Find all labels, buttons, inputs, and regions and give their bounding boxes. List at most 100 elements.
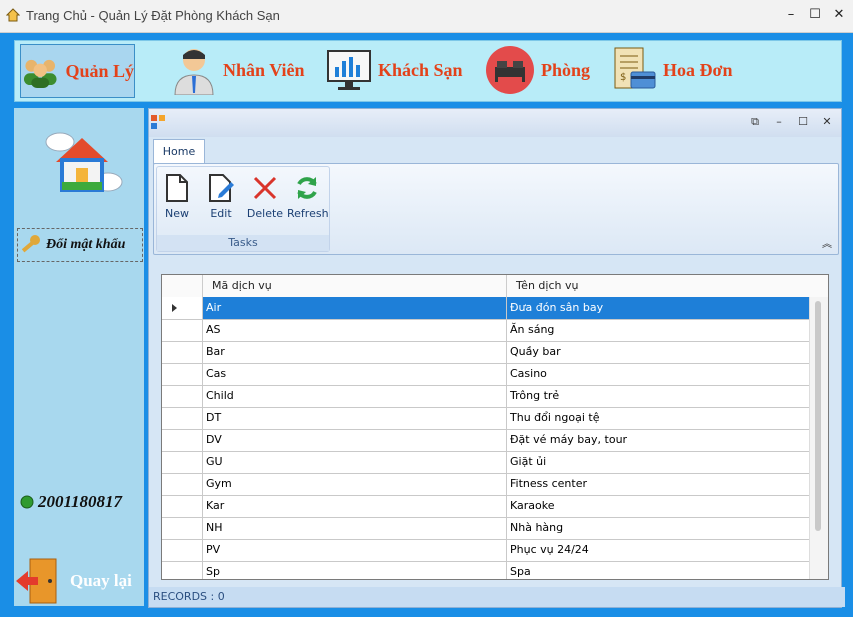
table-row[interactable]: AS Ăn sáng [162,319,811,342]
row-header[interactable] [162,539,203,561]
status-bar: RECORDS : 0 [149,587,845,607]
nav-label: Nhân Viên [223,59,305,80]
cell-ma-dich-vu[interactable]: Bar [202,341,507,363]
cell-ma-dich-vu[interactable]: AS [202,319,507,341]
new-button[interactable]: New [157,173,197,225]
services-grid: Mã dịch vụ Tên dịch vụ Air Đưa đón sân ba… [161,274,829,580]
change-password-button[interactable]: Đổi mật khẩu [17,228,143,262]
cell-ma-dich-vu[interactable]: Child [202,385,507,407]
table-row[interactable]: Kar Karaoke [162,495,811,518]
edit-label: Edit [210,207,232,220]
sidebar: Đổi mật khẩu 2001180817 Quay lại [14,108,144,606]
table-row[interactable]: PV Phục vụ 24/24 [162,539,811,562]
cell-ma-dich-vu[interactable]: PV [202,539,507,561]
cell-ten-dich-vu[interactable]: Fitness center [506,473,811,495]
row-header[interactable] [162,495,203,517]
table-row[interactable]: GU Giặt ủi [162,451,811,474]
refresh-button[interactable]: Refresh [287,173,329,225]
nav-label: Quản Lý [65,60,134,81]
refresh-icon [297,177,317,199]
nav-label: Khách Sạn [378,59,463,80]
row-header[interactable] [162,363,203,385]
cell-ten-dich-vu[interactable]: Quầy bar [506,341,811,363]
row-header[interactable] [162,561,203,579]
back-label: Quay lại [70,571,132,590]
table-row[interactable]: Gym Fitness center [162,473,811,496]
cell-ma-dich-vu[interactable]: GU [202,451,507,473]
table-row[interactable]: DV Đặt vé máy bay, tour [162,429,811,452]
cell-ten-dich-vu[interactable]: Karaoke [506,495,811,517]
edit-button[interactable]: Edit [201,173,241,225]
cell-ma-dich-vu[interactable]: DV [202,429,507,451]
row-header[interactable] [162,297,203,319]
ribbon: New Edit Delete Refresh Tasks ︽ [153,163,839,255]
row-header[interactable] [162,517,203,539]
status-dot-icon [20,495,34,509]
cell-ten-dich-vu[interactable]: Thu đổi ngoại tệ [506,407,811,429]
cell-ten-dich-vu[interactable]: Đưa đón sân bay [506,297,811,319]
child-window: ⧉ – ☐ ✕ Home New Edit Delete Refresh Tas… [148,108,845,608]
cell-ma-dich-vu[interactable]: Gym [202,473,507,495]
cell-ma-dich-vu[interactable]: DT [202,407,507,429]
nav-phong[interactable]: Phòng [485,44,605,96]
scrollbar-thumb[interactable] [815,301,821,531]
cell-ma-dich-vu[interactable]: Air [202,297,507,319]
cell-ma-dich-vu[interactable]: Cas [202,363,507,385]
table-row[interactable]: NH Nhà hàng [162,517,811,540]
row-header[interactable] [162,385,203,407]
cell-ma-dich-vu[interactable]: Sp [202,561,507,579]
nav-nhan-vien[interactable]: Nhân Viên [171,44,311,96]
close-button[interactable]: ✕ [828,6,850,24]
delete-x-icon [253,176,277,200]
row-header[interactable] [162,451,203,473]
cell-ma-dich-vu[interactable]: NH [202,517,507,539]
delete-button[interactable]: Delete [245,173,285,225]
row-pointer-icon [172,304,177,312]
row-header[interactable] [162,473,203,495]
nav-quan-ly[interactable]: Quản Lý [20,44,135,98]
cell-ten-dich-vu[interactable]: Spa [506,561,811,579]
row-header-corner [162,275,203,297]
cell-ten-dich-vu[interactable]: Ăn sáng [506,319,811,341]
top-navigation: Quản Lý Nhân Viên Khách Sạn Phòng $ Hoa … [14,40,842,102]
cell-ten-dich-vu[interactable]: Casino [506,363,811,385]
vertical-scrollbar[interactable] [809,297,828,579]
cell-ten-dich-vu[interactable]: Trông trẻ [506,385,811,407]
close-icon[interactable]: ✕ [819,115,835,129]
row-header[interactable] [162,407,203,429]
collapse-ribbon-icon[interactable]: ︽ [822,235,832,250]
table-row[interactable]: Cas Casino [162,363,811,386]
cell-ten-dich-vu[interactable]: Phục vụ 24/24 [506,539,811,561]
nav-label: Phòng [541,59,591,80]
cell-ten-dich-vu[interactable]: Giặt ủi [506,451,811,473]
column-header-ten-dich-vu[interactable]: Tên dịch vụ [506,275,810,297]
table-row[interactable]: DT Thu đổi ngoại tệ [162,407,811,430]
table-row[interactable]: Sp Spa [162,561,811,579]
delete-label: Delete [246,207,284,220]
cell-ten-dich-vu[interactable]: Nhà hàng [506,517,811,539]
form-icon [151,115,165,129]
restore-icon[interactable]: ⧉ [747,115,763,129]
row-header[interactable] [162,341,203,363]
edit-document-icon [209,174,234,202]
users-group-icon [23,59,57,89]
row-header[interactable] [162,429,203,451]
back-button[interactable]: Quay lại [14,556,144,606]
maximize-icon[interactable]: ☐ [795,115,811,129]
table-row[interactable]: Child Trông trẻ [162,385,811,408]
nav-khach-san[interactable]: Khách Sạn [326,44,486,96]
user-id-label: 2001180817 [38,492,123,511]
nav-hoa-don[interactable]: $ Hoa Đơn [611,44,751,96]
maximize-button[interactable]: ☐ [804,6,826,24]
column-header-ma-dich-vu[interactable]: Mã dịch vụ [202,275,507,297]
cell-ma-dich-vu[interactable]: Kar [202,495,507,517]
cell-ten-dich-vu[interactable]: Đặt vé máy bay, tour [506,429,811,451]
row-header[interactable] [162,319,203,341]
minimize-icon[interactable]: – [771,115,787,129]
minimize-button[interactable]: – [780,6,802,24]
key-icon [21,235,40,253]
tab-home[interactable]: Home [153,139,205,164]
table-row[interactable]: Bar Quầy bar [162,341,811,364]
table-row[interactable]: Air Đưa đón sân bay [162,297,811,320]
grid-header: Mã dịch vụ Tên dịch vụ [162,275,828,298]
